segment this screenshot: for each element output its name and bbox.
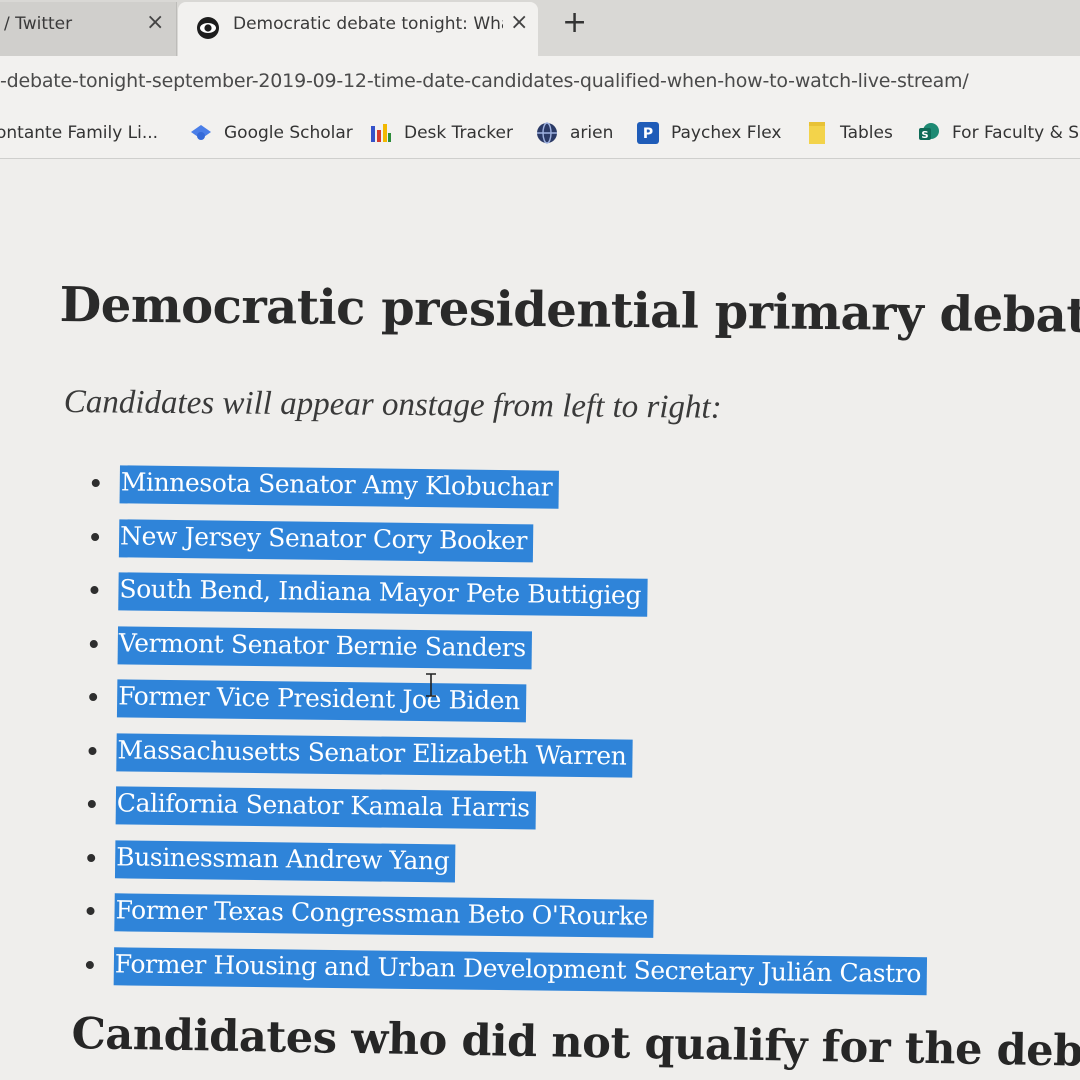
candidate-name[interactable]: Vermont Senator Bernie Sanders bbox=[117, 625, 532, 669]
new-tab-button[interactable]: + bbox=[562, 8, 587, 38]
bookmark-label: Tables bbox=[840, 123, 893, 143]
bookmark-label: ontante Family Li... bbox=[0, 123, 159, 143]
bookmark-google-scholar[interactable]: Google Scholar bbox=[190, 120, 353, 146]
tab-title: Democratic debate tonight: Wha bbox=[233, 14, 503, 34]
bookmark-montante-family[interactable]: ontante Family Li... bbox=[0, 120, 158, 146]
candidate-name[interactable]: Former Texas Congressman Beto O'Rourke bbox=[114, 893, 655, 938]
svg-text:P: P bbox=[643, 126, 653, 142]
bookmark-arien[interactable]: arien bbox=[536, 120, 613, 146]
bookmark-label: For Faculty & S bbox=[952, 123, 1080, 143]
bullet-icon bbox=[87, 799, 96, 809]
bullet-icon bbox=[89, 639, 98, 648]
bookmark-desk-tracker[interactable]: Desk Tracker bbox=[370, 120, 513, 146]
bookmark-for-faculty[interactable]: S For Faculty & S bbox=[918, 120, 1079, 146]
desk-tracker-icon bbox=[371, 124, 391, 142]
bullet-icon bbox=[89, 692, 98, 702]
bookmark-label: arien bbox=[570, 123, 614, 143]
bullet-icon bbox=[88, 746, 97, 755]
tab-close-icon[interactable]: × bbox=[510, 12, 528, 34]
candidate-name[interactable]: Former Vice President Joe Biden bbox=[116, 679, 527, 723]
bookmark-label: Paychex Flex bbox=[671, 123, 782, 143]
address-bar[interactable]: -debate-tonight-september-2019-09-12-tim… bbox=[0, 56, 1080, 108]
candidate-name[interactable]: California Senator Kamala Harris bbox=[115, 786, 536, 830]
article-subheading: Candidates who did not qualify for the d… bbox=[71, 1009, 1080, 1078]
folder-icon bbox=[809, 122, 825, 144]
candidate-name[interactable]: South Bend, Indiana Mayor Pete Buttigieg bbox=[118, 572, 648, 617]
list-item: Former Housing and Urban Development Sec… bbox=[85, 946, 928, 1010]
candidate-name[interactable]: Minnesota Senator Amy Klobuchar bbox=[119, 465, 559, 509]
bookmark-paychex-flex[interactable]: P Paychex Flex bbox=[637, 120, 781, 146]
bullet-icon bbox=[91, 478, 100, 488]
bullet-icon bbox=[85, 960, 94, 969]
browser-window: / Twitter × Democratic debate tonight: W… bbox=[0, 0, 1080, 1080]
bullet-icon bbox=[91, 532, 100, 541]
tab-twitter[interactable]: / Twitter × bbox=[0, 2, 177, 56]
bullet-icon bbox=[86, 906, 95, 916]
article-intro: Candidates will appear onstage from left… bbox=[63, 384, 722, 426]
candidate-list: Minnesota Senator Amy Klobuchar New Jers… bbox=[85, 465, 933, 1010]
candidate-name[interactable]: Businessman Andrew Yang bbox=[114, 839, 456, 882]
article-heading: Democratic presidential primary debate c… bbox=[59, 277, 1080, 346]
tab-strip: / Twitter × Democratic debate tonight: W… bbox=[0, 0, 1080, 56]
text-cursor-icon bbox=[426, 673, 436, 697]
globe-icon bbox=[537, 122, 557, 144]
google-scholar-icon bbox=[191, 125, 211, 140]
paychex-icon: P bbox=[637, 122, 659, 144]
bookmark-label: Desk Tracker bbox=[404, 123, 513, 143]
tab-title: / Twitter bbox=[4, 14, 73, 34]
bullet-icon bbox=[87, 853, 96, 862]
eye-icon bbox=[197, 17, 219, 39]
svg-text:S: S bbox=[921, 130, 928, 141]
bullet-icon bbox=[90, 585, 99, 595]
bookmark-tables[interactable]: Tables bbox=[806, 120, 893, 146]
candidate-name[interactable]: Massachusetts Senator Elizabeth Warren bbox=[116, 732, 633, 778]
tab-close-icon[interactable]: × bbox=[146, 12, 164, 34]
bookmarks-bar: ontante Family Li... Google Scholar Desk… bbox=[0, 108, 1080, 159]
candidate-name[interactable]: New Jersey Senator Cory Booker bbox=[118, 518, 534, 562]
article-content: Democratic presidential primary debate c… bbox=[0, 159, 1080, 1080]
url-text[interactable]: -debate-tonight-september-2019-09-12-tim… bbox=[0, 70, 969, 92]
bookmark-label: Google Scholar bbox=[224, 123, 353, 143]
sharepoint-icon: S bbox=[919, 123, 939, 141]
tab-democratic-debate[interactable]: Democratic debate tonight: Wha × bbox=[178, 2, 538, 56]
